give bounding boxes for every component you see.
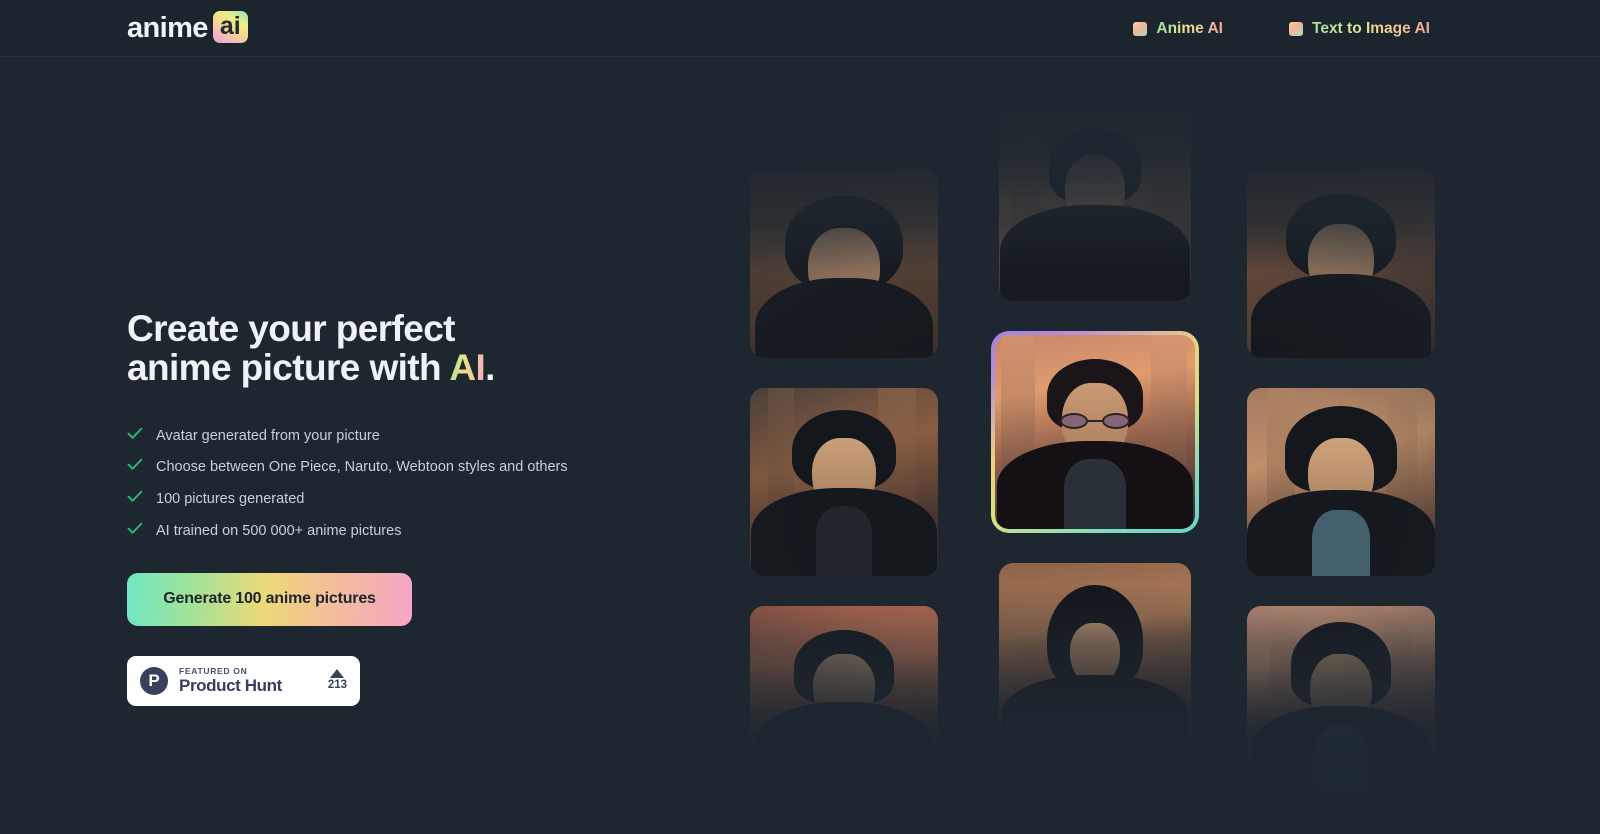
anime-portrait-green-armor[interactable] (1247, 824, 1435, 834)
image-gallery (750, 57, 1440, 834)
gradient-square-icon (1133, 21, 1148, 36)
logo-wordmark: anime (127, 12, 208, 44)
headline-highlight-ai: AI (449, 346, 486, 388)
headline-period: . (485, 346, 495, 388)
checkmark-icon (127, 522, 143, 535)
anime-portrait-blue-vest[interactable] (750, 824, 938, 834)
feature-label: Avatar generated from your picture (156, 427, 380, 444)
list-item: AI trained on 500 000+ anime pictures (127, 521, 587, 543)
site-header: anime ai Anime AI Text to Image AI (0, 0, 1600, 57)
feature-list: Avatar generated from your picture Choos… (127, 426, 587, 543)
gallery-left-column (750, 170, 938, 834)
feature-label: Choose between One Piece, Naruto, Webtoo… (156, 459, 568, 476)
upvote-triangle-icon (330, 669, 345, 679)
nav-item-label: Anime AI (1156, 19, 1223, 37)
checkmark-icon (127, 427, 143, 440)
list-item: Choose between One Piece, Naruto, Webtoo… (127, 457, 587, 479)
anime-portrait-rain-dusk[interactable] (750, 170, 938, 358)
product-hunt-logo-icon: P (140, 666, 168, 695)
headline-line-1: Create your perfect (127, 308, 455, 349)
anime-portrait-fur-coat[interactable] (1247, 388, 1435, 576)
feature-label: 100 pictures generated (156, 491, 305, 508)
gallery-center-column (991, 109, 1199, 785)
hero-section: Create your perfect anime picture with A… (127, 308, 727, 706)
checkmark-icon (127, 490, 143, 503)
headline-line-2: anime picture with (127, 346, 450, 388)
anime-portrait-rain-street[interactable] (750, 388, 938, 576)
main-navigation: Anime AI Text to Image AI (1133, 0, 1430, 57)
generate-pictures-button-label: Generate 100 anime pictures (163, 590, 376, 608)
product-hunt-text: FEATURED ON Product Hunt (179, 666, 317, 695)
anime-portrait-long-hair-dusk[interactable] (999, 563, 1191, 755)
page-title: Create your perfect anime picture with A… (127, 308, 727, 388)
list-item: Avatar generated from your picture (127, 426, 587, 448)
anime-portrait-sunset-pier[interactable] (750, 606, 938, 794)
product-hunt-votes[interactable]: 213 (328, 669, 347, 692)
logo-ai-badge: ai (212, 11, 248, 43)
gallery-right-column (1247, 170, 1435, 834)
product-hunt-vote-count: 213 (327, 679, 347, 692)
gradient-square-icon (1289, 21, 1303, 36)
product-hunt-name: Product Hunt (179, 675, 282, 695)
anime-portrait-spiky-hair[interactable] (1247, 606, 1435, 794)
nav-item-anime-ai[interactable]: Anime AI (1133, 20, 1223, 38)
product-hunt-badge[interactable]: P FEATURED ON Product Hunt 213 (127, 655, 360, 706)
feature-label: AI trained on 500 000+ anime pictures (156, 522, 402, 539)
list-item: 100 pictures generated (127, 489, 587, 511)
nav-item-label: Text to Image AI (1312, 19, 1430, 37)
anime-portrait-dark-jacket[interactable] (1247, 170, 1435, 358)
anime-portrait-interior-window[interactable] (999, 109, 1191, 301)
logo[interactable]: anime ai (127, 11, 248, 43)
nav-item-text-to-image-ai[interactable]: Text to Image AI (1289, 20, 1430, 38)
checkmark-icon (127, 458, 143, 471)
generate-pictures-button[interactable]: Generate 100 anime pictures (127, 572, 412, 626)
user-photo-glasses-featured[interactable] (991, 331, 1199, 533)
